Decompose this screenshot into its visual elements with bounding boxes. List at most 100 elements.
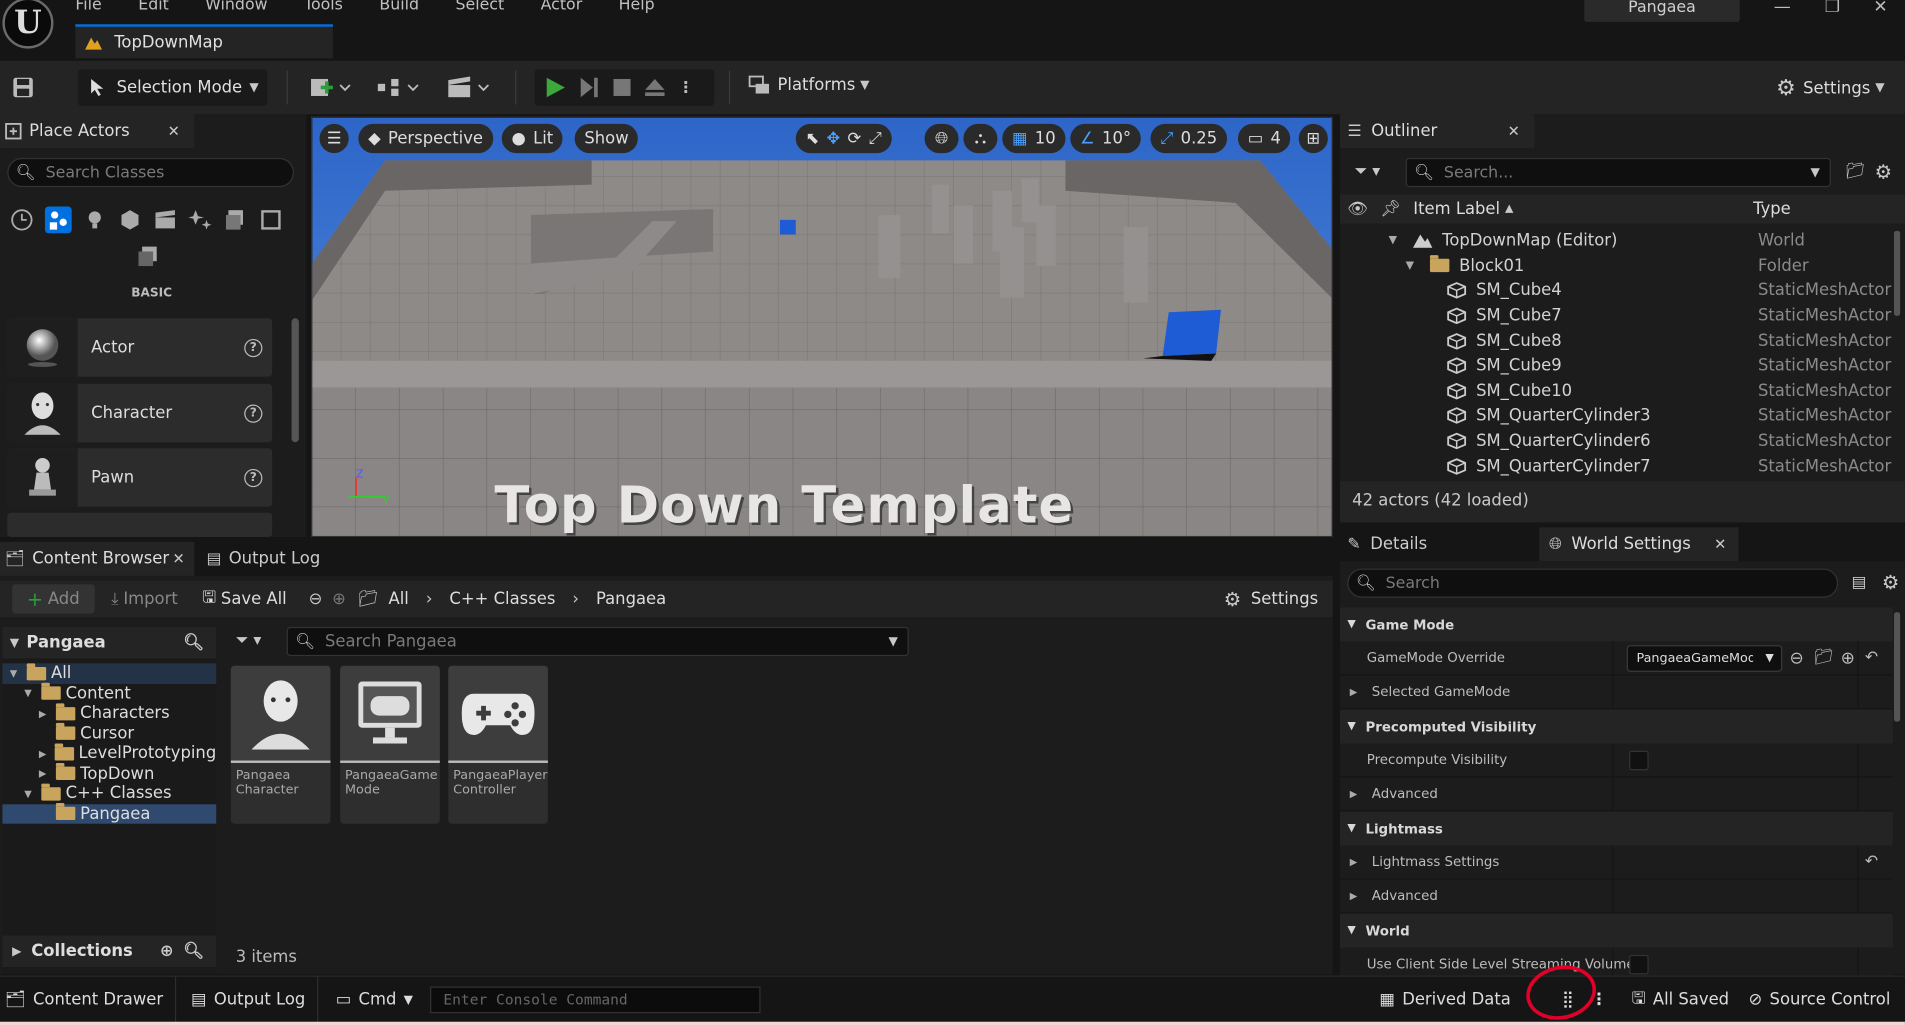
- details-category[interactable]: ▼ Lightmass: [1340, 811, 1893, 846]
- browse-folder-icon[interactable]: 📁︎: [1814, 649, 1834, 667]
- source-control-button[interactable]: ⊘ Source Control: [1749, 977, 1891, 1023]
- search-icon[interactable]: 🔍︎: [183, 633, 204, 652]
- close-tab-icon[interactable]: ✕: [1508, 123, 1520, 140]
- checkbox[interactable]: [1629, 954, 1649, 975]
- scrollbar[interactable]: [291, 318, 299, 443]
- scale-snap[interactable]: ⤢ 0.25: [1150, 123, 1227, 154]
- folder-tree-item[interactable]: ▶ Characters: [2, 703, 216, 723]
- breadcrumb-cpp[interactable]: C++ Classes: [449, 589, 555, 608]
- details-property-row[interactable]: GameMode Override PangaeaGameMode ▼ ⊖ 📁︎ ⊕ ↶: [1340, 641, 1893, 676]
- details-scrollbar[interactable]: [1894, 612, 1901, 722]
- stop-icon[interactable]: [612, 78, 631, 97]
- menu-build[interactable]: Build: [379, 0, 419, 14]
- save-icon[interactable]: [12, 77, 34, 99]
- step-icon[interactable]: [578, 77, 600, 99]
- folder-tree-item[interactable]: ▼ All: [2, 663, 217, 684]
- move-tool-icon[interactable]: ✥: [827, 129, 841, 148]
- outliner-row[interactable]: SM_QuarterCylinder3 StaticMeshActor: [1340, 404, 1893, 429]
- col-type[interactable]: Type: [1753, 199, 1791, 218]
- table-view-icon[interactable]: ▤: [1852, 573, 1867, 591]
- menu-window[interactable]: Window: [205, 0, 267, 14]
- output-log-tab[interactable]: ▤ Output Log: [207, 542, 341, 576]
- grid-snap[interactable]: ▦ 10: [1002, 123, 1066, 154]
- world-local-icon[interactable]: 🌐︎: [924, 123, 959, 154]
- menu-actor[interactable]: Actor: [541, 0, 583, 14]
- console-command-input[interactable]: Enter Console Command: [430, 986, 761, 1014]
- save-all-button[interactable]: 🖫 Save All: [202, 585, 287, 613]
- outliner-row[interactable]: ▼ Block01 Folder: [1340, 253, 1893, 278]
- folder-tree-item[interactable]: ▶ TopDown: [2, 763, 216, 784]
- details-property-row[interactable]: ▶ Lightmass Settings ↶: [1340, 845, 1893, 880]
- asset-tile[interactable]: Pangaea Character: [230, 665, 331, 824]
- expand-icon[interactable]: ▶: [1350, 891, 1357, 902]
- collections-header[interactable]: ▶ Collections ⊕ 🔍︎: [2, 935, 217, 968]
- output-log-button[interactable]: ▤ Output Log: [191, 977, 305, 1023]
- scale-tool-icon[interactable]: ⤢: [869, 129, 882, 148]
- world-settings-tab[interactable]: 🌐︎ World Settings ✕: [1539, 527, 1739, 562]
- basic-icon[interactable]: [44, 206, 72, 234]
- collapse-icon[interactable]: ▼: [10, 668, 22, 679]
- cinematic-icon[interactable]: [153, 208, 177, 232]
- search-classes-input[interactable]: 🔍︎ Search Classes: [7, 157, 295, 188]
- folder-icon[interactable]: 📁︎: [358, 589, 379, 608]
- map-tab[interactable]: TopDownMap: [75, 24, 333, 59]
- forward-icon[interactable]: ⊕: [332, 589, 346, 608]
- add-collection-icon[interactable]: ⊕: [160, 942, 174, 961]
- actor-item-character[interactable]: Character ?: [7, 383, 273, 443]
- expand-arrow-icon[interactable]: ▼: [1406, 260, 1414, 272]
- recent-icon[interactable]: [10, 208, 34, 232]
- details-property-row[interactable]: ▶ Advanced: [1340, 777, 1893, 812]
- expand-icon[interactable]: ▶: [1350, 788, 1357, 799]
- all-classes-icon[interactable]: [259, 208, 283, 232]
- camera-speed[interactable]: ▭ 4: [1237, 123, 1291, 154]
- asset-tile[interactable]: PangaeaGame Mode: [340, 665, 440, 824]
- outliner-row[interactable]: SM_Cube10 StaticMeshActor: [1340, 379, 1893, 404]
- details-property-row[interactable]: ▶ Advanced: [1340, 879, 1893, 914]
- expand-arrow-icon[interactable]: ▼: [1389, 235, 1397, 247]
- surface-snap-icon[interactable]: ⛬: [963, 123, 998, 154]
- breadcrumb-all[interactable]: All: [389, 589, 409, 608]
- shapes-icon[interactable]: [118, 208, 142, 232]
- pin-icon[interactable]: 📌︎: [1380, 199, 1401, 218]
- outliner-tab[interactable]: ☰ Outliner ✕: [1340, 114, 1535, 149]
- gear-icon[interactable]: ⚙: [1875, 160, 1892, 183]
- details-tab[interactable]: ✎ Details: [1340, 527, 1539, 561]
- minimize-icon[interactable]: —: [1774, 0, 1791, 17]
- blueprint-icon[interactable]: [377, 75, 421, 99]
- menu-edit[interactable]: Edit: [138, 0, 169, 14]
- details-search-input[interactable]: 🔍︎ Search: [1347, 568, 1839, 598]
- back-icon[interactable]: ⊖: [309, 589, 323, 608]
- add-icon[interactable]: ⊕: [1841, 648, 1855, 667]
- asset-search-input[interactable]: 🔍︎ Search Pangaea ▼: [286, 626, 909, 657]
- outliner-search-input[interactable]: 🔍︎ Search... ▼: [1405, 157, 1831, 188]
- derived-data-button[interactable]: ▦ Derived Data: [1379, 977, 1510, 1023]
- help-icon[interactable]: ?: [244, 403, 263, 423]
- place-actors-tab[interactable]: Place Actors ✕: [0, 114, 195, 149]
- expand-icon[interactable]: ▶: [39, 708, 51, 719]
- gamemode-select[interactable]: PangaeaGameMode ▼: [1626, 645, 1783, 672]
- add-actor-icon[interactable]: [309, 75, 353, 99]
- close-tab-icon[interactable]: ✕: [1714, 536, 1726, 553]
- import-button[interactable]: ⤓ Import: [111, 589, 178, 608]
- content-drawer-button[interactable]: 🗂︎ Content Drawer: [5, 977, 163, 1023]
- restore-icon[interactable]: ❐: [1825, 0, 1840, 17]
- details-category[interactable]: ▼ Precomputed Visibility: [1340, 709, 1893, 744]
- rotation-snap[interactable]: ∠ 10°: [1070, 123, 1141, 154]
- show-dropdown[interactable]: Show: [574, 123, 639, 154]
- close-window-icon[interactable]: ✕: [1873, 0, 1887, 17]
- expand-icon[interactable]: ▶: [39, 748, 51, 759]
- folder-tree-item[interactable]: Pangaea: [2, 803, 217, 824]
- settings-dropdown[interactable]: ⚙ Settings ▼: [1776, 75, 1884, 101]
- details-category[interactable]: ▼ Game Mode: [1340, 607, 1893, 642]
- folder-tree-item[interactable]: ▼ Content: [2, 683, 216, 703]
- visibility-icon[interactable]: 👁︎: [1347, 199, 1368, 218]
- geometry-icon[interactable]: [136, 243, 163, 270]
- asset-tile[interactable]: PangaeaPlayer Controller: [448, 665, 548, 824]
- add-folder-icon[interactable]: 📁︎: [1845, 163, 1865, 181]
- browse-back-icon[interactable]: ⊖: [1790, 648, 1804, 667]
- search-icon[interactable]: 🔍︎: [183, 942, 204, 961]
- selection-mode-dropdown[interactable]: Selection Mode ▼: [77, 69, 268, 106]
- actor-item-actor[interactable]: Actor ?: [7, 318, 273, 377]
- menu-tools[interactable]: Tools: [304, 0, 343, 14]
- add-button[interactable]: + Add: [12, 584, 95, 614]
